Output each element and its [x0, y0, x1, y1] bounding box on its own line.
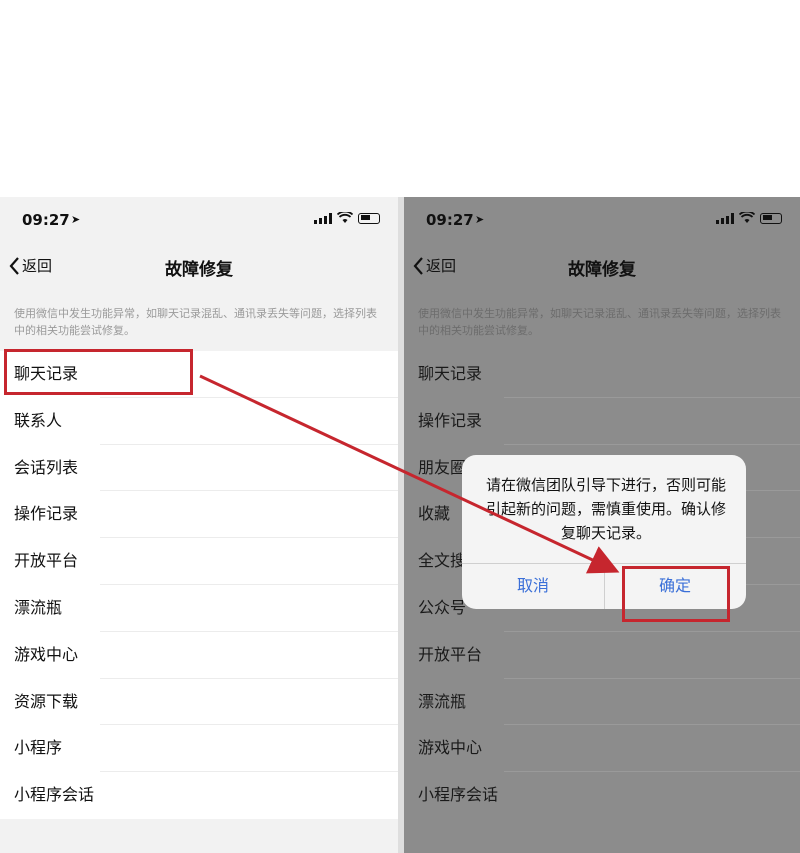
- status-time: 09:27: [22, 211, 70, 229]
- repair-options-list: 聊天记录 联系人 会话列表 操作记录 开放平台 漂流瓶 游戏中心 资源下载 小程…: [0, 351, 398, 819]
- right-screen: 09:27 ➤ 返回 故障修复 使用微信中发生功能异常，如聊天记录混乱、通讯录丢…: [404, 197, 800, 853]
- list-item-contacts[interactable]: 联系人: [0, 398, 398, 445]
- status-bar: 09:27 ➤: [0, 197, 398, 239]
- signal-icon: [716, 212, 734, 224]
- location-arrow-icon: ➤: [475, 213, 485, 226]
- status-icons: [716, 212, 782, 224]
- wifi-icon: [739, 212, 755, 223]
- top-blank-area: [0, 0, 800, 197]
- page-title: 故障修复: [165, 260, 233, 280]
- battery-icon: [358, 212, 380, 224]
- list-item-mini-program-sessions[interactable]: 小程序会话: [0, 772, 398, 819]
- list-item-chat-history[interactable]: 聊天记录: [404, 351, 800, 398]
- description-text: 使用微信中发生功能异常，如聊天记录混乱、通讯录丢失等问题，选择列表中的相关功能尝…: [418, 307, 781, 337]
- status-bar: 09:27 ➤: [404, 197, 800, 239]
- location-arrow-icon: ➤: [71, 213, 81, 226]
- list-item-mini-program[interactable]: 小程序: [0, 725, 398, 772]
- battery-icon: [760, 212, 782, 224]
- signal-icon: [314, 212, 332, 224]
- list-item-drift-bottle[interactable]: 漂流瓶: [404, 679, 800, 726]
- list-item-game-center[interactable]: 游戏中心: [404, 725, 800, 772]
- dialog-message: 请在微信团队引导下进行，否则可能引起新的问题，需慎重使用。确认修复聊天记录。: [485, 476, 726, 542]
- list-item-conversation-list[interactable]: 会话列表: [0, 445, 398, 492]
- list-item-mini-program-sessions[interactable]: 小程序会话: [404, 772, 800, 819]
- list-item-operation-log[interactable]: 操作记录: [0, 491, 398, 538]
- status-icons: [314, 212, 380, 224]
- list-item-resource-download[interactable]: 资源下载: [0, 679, 398, 726]
- description-text: 使用微信中发生功能异常，如聊天记录混乱、通讯录丢失等问题，选择列表中的相关功能尝…: [14, 307, 377, 337]
- nav-bar: 返回 故障修复: [404, 245, 800, 289]
- left-screen: 09:27 ➤ 返回 故障修复 使用微信中发生功能异常，如聊天记录混乱、通讯录丢…: [0, 197, 398, 853]
- list-item-drift-bottle[interactable]: 漂流瓶: [0, 585, 398, 632]
- status-time: 09:27: [426, 211, 474, 229]
- list-item-open-platform[interactable]: 开放平台: [404, 632, 800, 679]
- nav-bar: 返回 故障修复: [0, 245, 398, 289]
- wifi-icon: [337, 212, 353, 223]
- highlight-confirm-button: [622, 566, 730, 622]
- list-item-open-platform[interactable]: 开放平台: [0, 538, 398, 585]
- list-item-game-center[interactable]: 游戏中心: [0, 632, 398, 679]
- cancel-button[interactable]: 取消: [462, 563, 604, 609]
- list-item-operation-log[interactable]: 操作记录: [404, 398, 800, 445]
- page-title: 故障修复: [568, 260, 636, 280]
- highlight-chat-history: [4, 349, 193, 395]
